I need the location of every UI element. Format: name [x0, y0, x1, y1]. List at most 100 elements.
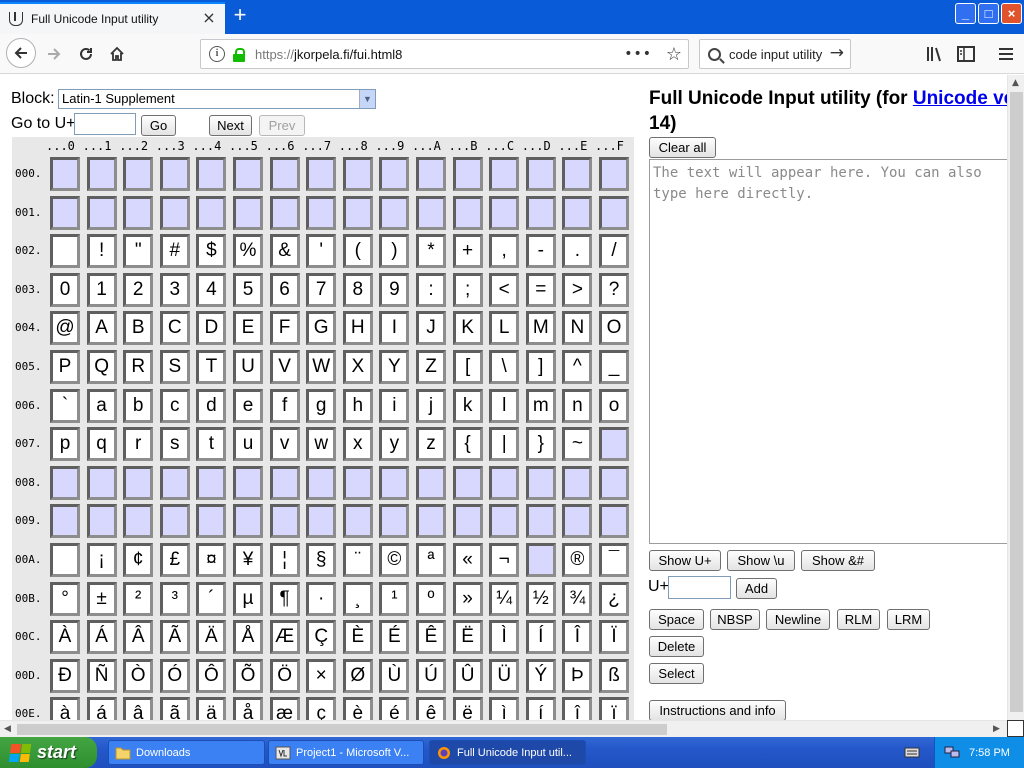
instructions-button[interactable]: Instructions and info [649, 700, 786, 720]
vertical-scrollbar[interactable]: ▲ [1007, 75, 1024, 720]
character-cell[interactable] [159, 195, 190, 230]
character-cell[interactable]: > [562, 272, 593, 307]
character-cell[interactable]: ç [306, 697, 337, 720]
goto-input[interactable] [74, 113, 136, 135]
character-cell[interactable]: ¬ [489, 543, 520, 577]
go-button[interactable]: Go [141, 115, 176, 136]
character-cell[interactable]: ß [599, 658, 629, 693]
character-cell[interactable]: U [233, 350, 263, 384]
character-cell[interactable]: # [159, 234, 190, 269]
taskbar-item-downloads[interactable]: Downloads [108, 740, 265, 765]
character-cell[interactable] [50, 543, 80, 577]
character-cell[interactable]: v [269, 427, 300, 462]
character-cell[interactable]: ª [416, 543, 446, 577]
character-cell[interactable]: ¢ [123, 543, 154, 577]
character-cell[interactable]: x [342, 427, 373, 462]
character-cell[interactable]: w [306, 427, 337, 462]
character-cell[interactable]: W [306, 350, 337, 384]
character-cell[interactable]: + [452, 234, 483, 269]
character-cell[interactable] [342, 465, 373, 500]
character-cell[interactable]: D [196, 311, 227, 346]
character-cell[interactable] [525, 504, 556, 539]
library-icon[interactable] [925, 44, 945, 64]
character-cell[interactable]: ? [599, 272, 629, 307]
character-cell[interactable]: È [342, 620, 373, 655]
character-cell[interactable] [599, 427, 629, 462]
newline-button[interactable]: Newline [766, 609, 830, 630]
sidebar-toggle-icon[interactable] [956, 44, 976, 64]
character-cell[interactable] [599, 465, 629, 500]
character-cell[interactable]: à [50, 697, 80, 720]
character-cell[interactable]: | [489, 427, 520, 462]
character-cell[interactable]: 9 [379, 272, 410, 307]
window-maximize-button[interactable]: □ [978, 3, 999, 24]
character-cell[interactable]: è [342, 697, 373, 720]
character-cell[interactable]: £ [159, 543, 190, 577]
character-cell[interactable]: ½ [525, 581, 556, 616]
character-cell[interactable]: [ [452, 350, 483, 384]
url-text[interactable]: https://jkorpela.fi/fui.html8 [255, 47, 402, 62]
character-cell[interactable]: ~ [562, 427, 593, 462]
character-cell[interactable] [379, 157, 410, 191]
character-cell[interactable] [452, 157, 483, 191]
character-cell[interactable]: ¾ [562, 581, 593, 616]
character-cell[interactable] [50, 504, 80, 539]
character-cell[interactable]: o [599, 388, 629, 423]
character-cell[interactable]: H [342, 311, 373, 346]
select-button[interactable]: Select [649, 663, 704, 684]
character-cell[interactable]: 4 [196, 272, 227, 307]
new-tab-button[interactable]: + [229, 4, 251, 27]
taskbar-item-project1[interactable]: Project1 - Microsoft V... [268, 740, 424, 765]
character-cell[interactable]: ° [50, 581, 80, 616]
character-cell[interactable]: F [269, 311, 300, 346]
character-cell[interactable]: 2 [123, 272, 154, 307]
character-cell[interactable]: _ [599, 350, 629, 384]
character-cell[interactable] [525, 195, 556, 230]
character-cell[interactable]: E [233, 311, 263, 346]
character-cell[interactable]: ' [306, 234, 337, 269]
character-cell[interactable]: P [50, 350, 80, 384]
character-cell[interactable] [489, 504, 520, 539]
vertical-scroll-thumb[interactable] [1010, 92, 1023, 712]
reload-button[interactable] [72, 40, 100, 68]
character-cell[interactable]: , [489, 234, 520, 269]
chevron-down-icon[interactable]: ▼ [359, 90, 375, 108]
character-cell[interactable] [269, 504, 300, 539]
character-cell[interactable]: a [86, 388, 117, 423]
character-cell[interactable]: S [159, 350, 190, 384]
character-cell[interactable]: Û [452, 658, 483, 693]
character-cell[interactable] [489, 157, 520, 191]
character-cell[interactable] [306, 195, 337, 230]
character-cell[interactable]: Ì [489, 620, 520, 655]
character-cell[interactable] [50, 234, 80, 269]
character-cell[interactable]: Ü [489, 658, 520, 693]
character-cell[interactable] [379, 195, 410, 230]
character-cell[interactable]: Ý [525, 658, 556, 693]
character-cell[interactable]: ) [379, 234, 410, 269]
character-cell[interactable]: m [525, 388, 556, 423]
character-cell[interactable] [86, 504, 117, 539]
character-cell[interactable]: T [196, 350, 227, 384]
character-cell[interactable] [233, 195, 263, 230]
character-cell[interactable]: & [269, 234, 300, 269]
character-cell[interactable]: Ú [416, 658, 446, 693]
next-button[interactable]: Next [209, 115, 252, 136]
scroll-right-icon[interactable]: ▶ [993, 724, 1000, 734]
character-cell[interactable] [50, 195, 80, 230]
character-cell[interactable]: ï [599, 697, 629, 720]
character-cell[interactable] [489, 465, 520, 500]
character-cell[interactable] [269, 465, 300, 500]
character-cell[interactable]: Õ [233, 658, 263, 693]
delete-button[interactable]: Delete [649, 636, 704, 657]
character-cell[interactable]: ã [159, 697, 190, 720]
nbsp-button[interactable]: NBSP [710, 609, 760, 630]
character-cell[interactable] [196, 504, 227, 539]
site-info-icon[interactable]: i [209, 46, 225, 62]
character-cell[interactable]: u [233, 427, 263, 462]
character-cell[interactable]: ® [562, 543, 593, 577]
character-cell[interactable]: M [525, 311, 556, 346]
character-cell[interactable]: s [159, 427, 190, 462]
character-cell[interactable]: Ç [306, 620, 337, 655]
character-cell[interactable]: h [342, 388, 373, 423]
character-cell[interactable]: Ù [379, 658, 410, 693]
